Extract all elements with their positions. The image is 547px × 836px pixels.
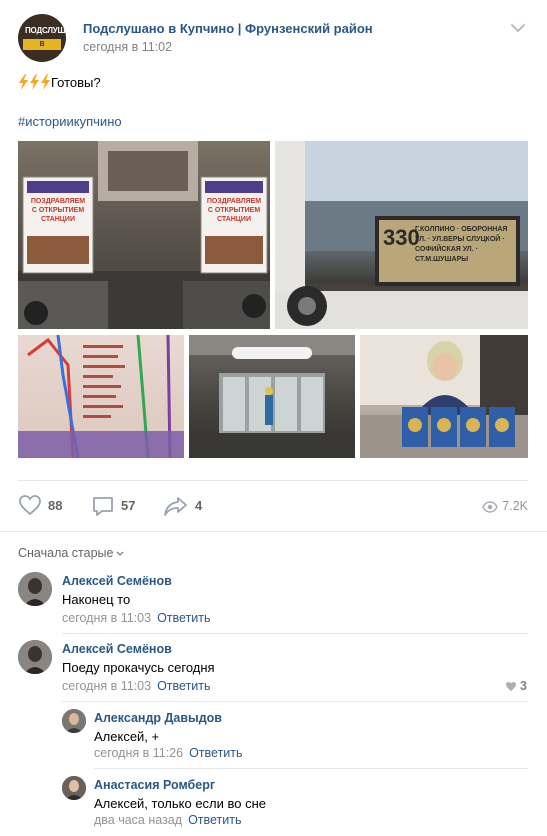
comment-meta: сегодня в 11:26 Ответить	[94, 746, 243, 760]
comments-sort-dropdown[interactable]: Сначала старые	[18, 546, 124, 560]
comment-separator	[94, 768, 528, 769]
comments-separator	[0, 531, 547, 532]
like-button[interactable]: 88	[18, 494, 78, 518]
comment-count: 57	[121, 498, 136, 513]
comment-separator	[62, 633, 528, 634]
reply-avatar[interactable]	[62, 776, 86, 800]
comment-avatar[interactable]	[18, 640, 52, 674]
comment-text: Алексей, только если во сне	[94, 796, 267, 811]
heart-icon	[506, 682, 516, 691]
cashier-illustration	[360, 335, 528, 458]
comment-meta: два часа назад Ответить	[94, 813, 242, 827]
bolt-icon	[41, 74, 50, 90]
avatar-badge: В КУПЧИНО	[23, 39, 61, 59]
views-count: 7.2K	[502, 499, 528, 513]
comment-date[interactable]: сегодня в 11:03	[62, 679, 151, 693]
share-button[interactable]: 4	[163, 494, 213, 518]
comment-meta: сегодня в 11:03 Ответить	[62, 611, 211, 625]
comment-text: Наконец то	[62, 592, 131, 607]
avatar-title: ПОДСЛУШАНО	[25, 26, 66, 35]
group-avatar[interactable]: ПОДСЛУШАНО В КУПЧИНО	[18, 14, 66, 62]
views-counter: 7.2K	[482, 499, 528, 513]
heart-icon	[19, 495, 41, 516]
comment-icon	[93, 497, 113, 516]
comment-separator	[62, 701, 528, 702]
post-text-body: Готовы?	[51, 75, 101, 90]
comments-sort-label: Сначала старые	[18, 546, 114, 560]
comment-author-link[interactable]: Анастасия Ромберг	[94, 778, 215, 792]
chevron-down-icon[interactable]	[510, 22, 526, 34]
comment-text: Поеду прокачусь сегодня	[62, 660, 215, 675]
chevron-down-icon	[117, 551, 124, 556]
comment-item: Алексей Семёнов Поеду прокачусь сегодня …	[18, 640, 528, 696]
like-count: 88	[48, 498, 63, 513]
photo-turnstiles[interactable]: ПОЗДРАВЛЯЕМ С ОТКРЫТИЕМ СТАНЦИИ ПОЗДРАВЛ…	[18, 141, 270, 329]
reply-link[interactable]: Ответить	[188, 813, 241, 827]
share-count: 4	[195, 498, 203, 513]
share-icon	[164, 497, 187, 516]
comment-author-link[interactable]: Александр Давыдов	[94, 711, 222, 725]
comment-text: Алексей, +	[94, 729, 160, 744]
metro-map-illustration	[18, 335, 184, 458]
comment-avatar[interactable]	[18, 572, 52, 606]
group-name-link[interactable]: Подслушано в Купчино | Фрунзенский район	[83, 21, 373, 36]
reply-item: Александр Давыдов Алексей, + сегодня в 1…	[62, 709, 528, 761]
bolt-icon	[30, 74, 39, 90]
post-text: Готовы?	[18, 74, 101, 90]
reply-link[interactable]: Ответить	[157, 611, 210, 625]
station-interior-illustration	[189, 335, 355, 458]
comment-author-link[interactable]: Алексей Семёнов	[62, 642, 172, 656]
banner-left-text: ПОЗДРАВЛЯЕМ С ОТКРЫТИЕМ СТАНЦИИ	[30, 198, 86, 223]
comment-like-count: 3	[520, 679, 527, 693]
reply-item: Анастасия Ромберг Алексей, только если в…	[62, 776, 528, 828]
bolt-icon	[19, 74, 28, 90]
post-actions: 88 57 4 7.2K	[18, 494, 528, 520]
photo-station-interior[interactable]	[189, 335, 355, 458]
comment-item: Алексей Семёнов Наконец то сегодня в 11:…	[18, 572, 528, 628]
post-card: ПОДСЛУШАНО В КУПЧИНО Подслушано в Купчин…	[0, 0, 547, 836]
comment-button[interactable]: 57	[91, 494, 151, 518]
photo-bus[interactable]: 330 Г.КОЛПИНО · ОБОРОННАЯ УЛ. · УЛ.ВЕРЫ …	[275, 141, 528, 329]
photo-cashier[interactable]	[360, 335, 528, 458]
post-divider	[18, 480, 528, 481]
comment-meta: сегодня в 11:03 Ответить	[62, 679, 211, 693]
comment-date[interactable]: сегодня в 11:26	[94, 746, 183, 760]
reply-link[interactable]: Ответить	[189, 746, 242, 760]
bus-route-sign: Г.КОЛПИНО · ОБОРОННАЯ УЛ. · УЛ.ВЕРЫ СЛУЦ…	[415, 226, 508, 263]
eye-icon	[482, 501, 499, 513]
photo-turnstiles-illustration	[18, 141, 270, 329]
post-date-link[interactable]: сегодня в 11:02	[83, 40, 172, 54]
comment-date[interactable]: два часа назад	[94, 813, 182, 827]
comment-date[interactable]: сегодня в 11:03	[62, 611, 151, 625]
photo-metro-map[interactable]	[18, 335, 184, 458]
post-header: ПОДСЛУШАНО В КУПЧИНО Подслушано в Купчин…	[18, 12, 530, 64]
banner-right-text: ПОЗДРАВЛЯЕМ С ОТКРЫТИЕМ СТАНЦИИ	[206, 198, 262, 223]
comment-author-link[interactable]: Алексей Семёнов	[62, 574, 172, 588]
reply-avatar[interactable]	[62, 709, 86, 733]
reply-link[interactable]: Ответить	[157, 679, 210, 693]
comment-like-button[interactable]: 3	[505, 679, 527, 693]
hashtag-link[interactable]: #историикупчино	[18, 114, 122, 129]
